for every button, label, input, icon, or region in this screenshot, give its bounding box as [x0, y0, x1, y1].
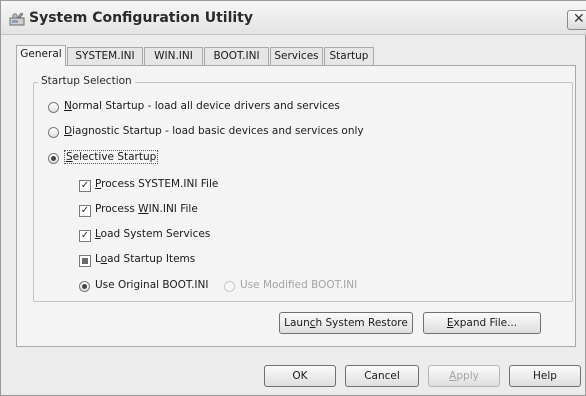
process-win-ini-checkbox[interactable]: ✓: [79, 205, 91, 217]
load-system-services-label[interactable]: Load System Services: [95, 228, 210, 240]
use-modified-boot-ini-radio[interactable]: [224, 281, 235, 292]
startup-selection-group: Startup Selection Normal Startup - load …: [33, 75, 573, 302]
selective-startup-radio[interactable]: [48, 153, 59, 164]
use-original-boot-ini-label[interactable]: Use Original BOOT.INI: [95, 279, 208, 291]
diagnostic-startup-label[interactable]: Diagnostic Startup - load basic devices …: [64, 125, 364, 137]
system-config-icon: [9, 12, 25, 26]
diagnostic-startup-radio[interactable]: [48, 127, 59, 138]
tab-boot-ini[interactable]: BOOT.INI: [204, 47, 269, 65]
group-label: Startup Selection: [38, 75, 135, 87]
expand-file-button[interactable]: Expand File...: [423, 312, 541, 334]
normal-startup-label[interactable]: Normal Startup - load all device drivers…: [64, 100, 340, 112]
load-startup-items-checkbox[interactable]: [79, 255, 91, 267]
normal-startup-radio[interactable]: [48, 102, 59, 113]
tab-system-ini[interactable]: SYSTEM.INI: [67, 47, 143, 65]
launch-system-restore-button[interactable]: Launch System Restore: [279, 312, 413, 334]
load-startup-items-label[interactable]: Load Startup Items: [95, 253, 195, 265]
process-system-ini-label[interactable]: Process SYSTEM.INI File: [95, 178, 218, 190]
system-configuration-window: System Configuration Utility ✕ General S…: [0, 0, 586, 396]
selective-startup-label[interactable]: Selective Startup: [64, 150, 159, 164]
use-original-boot-ini-radio[interactable]: [79, 281, 90, 292]
apply-button[interactable]: Apply: [428, 365, 500, 387]
load-system-services-checkbox[interactable]: ✓: [79, 230, 91, 242]
process-system-ini-checkbox[interactable]: ✓: [79, 180, 91, 192]
process-win-ini-label[interactable]: Process WIN.INI File: [95, 203, 198, 215]
general-tab-panel: Startup Selection Normal Startup - load …: [16, 65, 576, 347]
tab-win-ini[interactable]: WIN.INI: [144, 47, 203, 65]
tab-services[interactable]: Services: [270, 47, 323, 65]
cancel-button[interactable]: Cancel: [345, 365, 419, 387]
tab-startup[interactable]: Startup: [324, 47, 374, 65]
close-button[interactable]: ✕: [567, 10, 586, 30]
window-title: System Configuration Utility: [29, 10, 253, 26]
tab-general[interactable]: General: [16, 45, 66, 66]
title-bar[interactable]: System Configuration Utility ✕: [1, 1, 586, 35]
help-button[interactable]: Help: [509, 365, 581, 387]
ok-button[interactable]: OK: [264, 365, 336, 387]
close-icon: ✕: [573, 11, 585, 27]
use-modified-boot-ini-label[interactable]: Use Modified BOOT.INI: [240, 279, 357, 291]
